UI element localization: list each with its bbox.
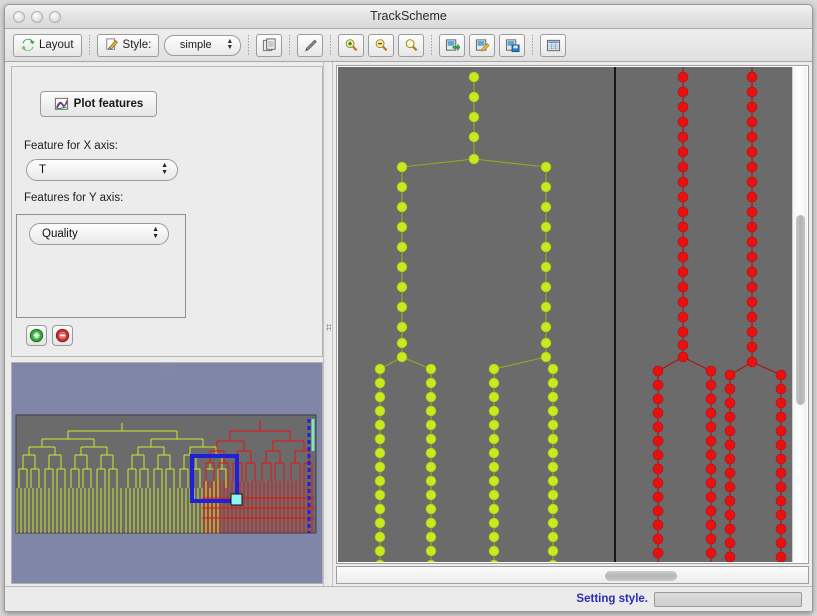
toolbar-separator-5 [431,35,433,55]
magnifier-minus-icon [374,38,389,53]
zoom-reset-button[interactable] [398,33,425,57]
export-image-button[interactable] [439,33,466,57]
pen-nib-icon [303,38,318,53]
add-feature-button[interactable] [26,325,47,346]
edit-style-button[interactable] [297,33,324,57]
y-axis-feature-list[interactable]: Quality ▲ ▼ [16,214,186,318]
toolbar-separator-4 [330,35,332,55]
style-select[interactable]: simple ▲ ▼ [164,34,242,56]
style-button[interactable]: Style: [96,33,160,57]
chevron-updown-icon: ▲ ▼ [161,162,168,176]
save-image-button[interactable] [499,33,526,57]
show-table-button[interactable] [540,33,567,57]
plus-circle-icon [29,328,44,343]
paintbrush-page-icon [105,38,119,52]
image-save-icon [505,38,520,53]
x-axis-select-value: T [39,164,47,176]
toolbar-separator-6 [532,35,534,55]
graph-overview-minimap[interactable] [11,362,323,584]
stacked-windows-icon [262,37,277,53]
trackscheme-graph-panel [333,62,812,586]
capture-decorations-button[interactable] [256,33,283,57]
chevron-updown-icon: ▲ ▼ [152,226,159,240]
minimap-canvas[interactable] [12,363,323,584]
window-titlebar: TrackScheme [5,5,812,29]
y-axis-select-0[interactable]: Quality ▲ ▼ [29,223,169,245]
main-toolbar: Layout Style: simple ▲ ▼ [5,29,812,62]
image-pencil-icon [475,38,490,53]
trackscheme-window: TrackScheme Layout Style: simple ▲ ▼ Plo… [4,4,813,612]
y-axis-select-value: Quality [42,228,78,240]
x-axis-field-label: Feature for X axis: [24,140,118,152]
image-button-group [439,33,526,57]
edit-image-button[interactable] [469,33,496,57]
magnifier-plus-icon [344,38,359,53]
vertical-scrollbar-thumb[interactable] [796,215,805,405]
zoom-button-group [338,33,425,57]
main-content: Plot features Feature for X axis: T ▲ ▼ F… [5,62,812,586]
toolbar-separator-1 [88,35,90,55]
style-select-value: simple [179,39,212,51]
minimap-resize-grip[interactable] [163,363,172,370]
status-progress-bar [654,591,802,607]
line-chart-icon [54,97,69,111]
plot-features-button-label: Plot features [73,98,144,110]
remove-feature-button[interactable] [52,325,73,346]
graph-frame [336,65,809,564]
status-message: Setting style. [576,593,648,605]
toolbar-separator-2 [248,35,250,55]
track-graph[interactable] [338,67,792,562]
status-bar: Setting style. [5,586,812,611]
toolbar-separator-3 [289,35,291,55]
layout-button-label: Layout [39,39,74,51]
graph-vertical-scrollbar[interactable] [792,67,807,562]
y-axis-field-label: Features for Y axis: [24,192,124,204]
layout-button[interactable]: Layout [13,33,82,57]
graph-horizontal-scrollbar[interactable] [336,566,809,584]
table-grid-icon [546,38,561,53]
chevron-updown-icon: ▲ ▼ [226,37,234,51]
graph-canvas[interactable] [338,67,792,562]
horizontal-scrollbar-thumb[interactable] [605,571,677,581]
refresh-arrows-icon [21,38,35,52]
style-button-label: Style: [122,39,152,51]
feature-plot-panel: Plot features Feature for X axis: T ▲ ▼ F… [5,62,323,586]
zoom-out-button[interactable] [368,33,395,57]
window-title: TrackScheme [370,9,447,23]
image-arrow-icon [445,38,460,53]
x-axis-select[interactable]: T ▲ ▼ [26,159,178,181]
zoom-in-button[interactable] [338,33,365,57]
split-pane-divider[interactable] [323,62,333,586]
feature-controls-box: Plot features Feature for X axis: T ▲ ▼ F… [11,66,323,357]
minus-circle-icon [55,328,70,343]
magnifier-icon [404,38,419,53]
plot-features-button[interactable]: Plot features [40,91,157,117]
